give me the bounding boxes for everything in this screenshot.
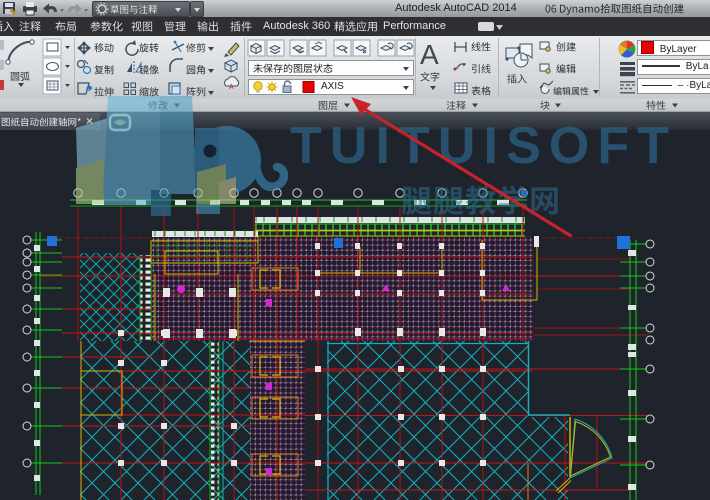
svg-text:A: A bbox=[229, 84, 234, 91]
svg-text:A: A bbox=[420, 39, 439, 70]
